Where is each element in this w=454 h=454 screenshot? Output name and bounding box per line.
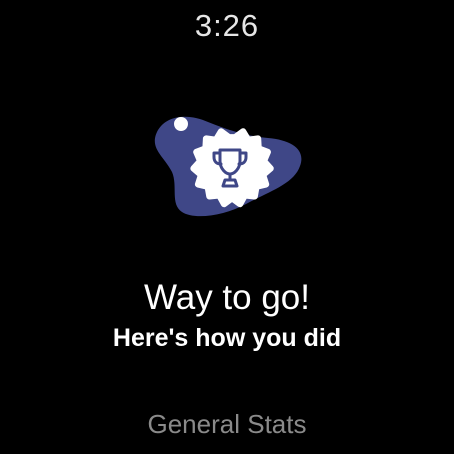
subheadline-text: Here's how you did xyxy=(112,324,342,352)
achievement-badge xyxy=(150,108,310,228)
general-stats-heading[interactable]: General Stats xyxy=(0,408,454,440)
clock-time: 3:26 xyxy=(194,8,260,43)
headline-text: Way to go! xyxy=(144,278,310,317)
badge-graphic xyxy=(154,116,302,217)
decor-dot xyxy=(174,117,188,131)
